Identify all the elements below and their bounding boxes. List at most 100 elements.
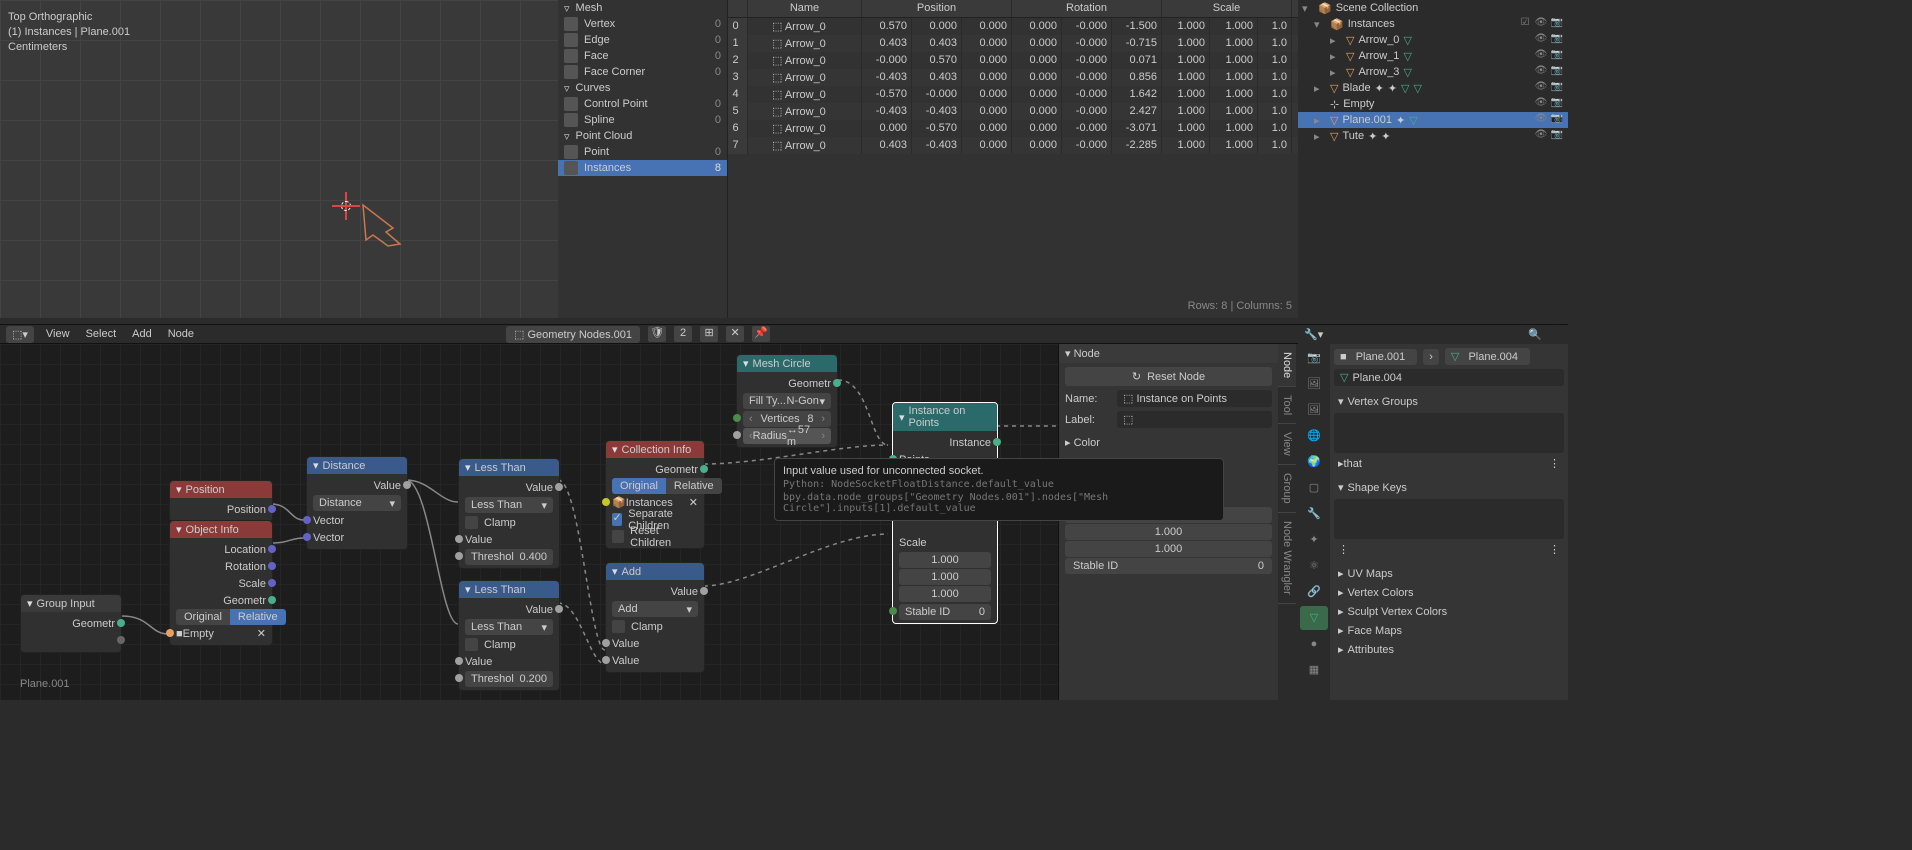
table-row[interactable]: 1⬚ Arrow_00.4030.4030.0000.000-0.000-0.7… (728, 35, 1298, 52)
mesh-name-input[interactable]: ▽Plane.004 (1334, 369, 1564, 386)
tab-physics[interactable]: ⚛ (1300, 554, 1328, 578)
pin-button[interactable]: 📌 (752, 326, 770, 342)
vg-specials[interactable]: ▸that (1338, 457, 1362, 470)
tab-tool[interactable]: Tool (1278, 387, 1296, 424)
fill-type[interactable]: Fill Ty...N-Gon▾ (743, 393, 831, 409)
reset-node-button[interactable]: ↻Reset Node (1065, 367, 1272, 386)
table-row[interactable]: 2⬚ Arrow_0-0.0000.5700.0000.000-0.0000.0… (728, 52, 1298, 69)
table-row[interactable]: 4⬚ Arrow_0-0.570-0.0000.0000.000-0.0001.… (728, 86, 1298, 103)
domain-face-corner[interactable]: Face Corner0 (558, 64, 727, 80)
fake-user-button[interactable]: 🛡 (648, 326, 666, 342)
section-sculpt-vertex-colors[interactable]: ▸Sculpt Vertex Colors (1334, 602, 1564, 621)
menu-add[interactable]: Add (128, 328, 156, 340)
domain-instances[interactable]: Instances8 (558, 160, 727, 176)
tab-view[interactable]: View (1278, 424, 1296, 465)
section-shape-keys[interactable]: ▾Shape Keys (1334, 478, 1564, 497)
reset-children[interactable]: Reset Children (612, 528, 698, 545)
node-distance[interactable]: ▾Distance Value Distance▾ Vector Vector (306, 456, 408, 550)
less1-clamp[interactable]: Clamp (465, 514, 553, 531)
outliner-arrow-1[interactable]: ▸▽Arrow_1▽👁📷 (1298, 48, 1568, 64)
less2-mode[interactable]: Less Than▾ (465, 619, 553, 635)
vg-options[interactable]: ⋮ (1549, 457, 1560, 470)
node-position[interactable]: ▾Position Position (169, 480, 273, 522)
tab-object[interactable]: ▢ (1300, 476, 1328, 500)
sidebar-scale-y[interactable]: 1.000 (1065, 524, 1272, 540)
node-mesh-circle[interactable]: ▾Mesh Circle Geometr Fill Ty...N-Gon▾ Ve… (736, 354, 838, 448)
coll-transform-toggle[interactable]: OriginalRelative (612, 478, 698, 494)
col-rotation[interactable]: Rotation (1012, 0, 1162, 17)
outliner-collection-instances[interactable]: ▾📦Instances☑👁📷 (1298, 16, 1568, 32)
nodegroup-name[interactable]: ⬚ Geometry Nodes.001 (506, 326, 640, 343)
section-uv-maps[interactable]: ▸UV Maps (1334, 564, 1564, 583)
bread-mesh[interactable]: ▽ Plane.004 (1445, 348, 1530, 365)
col-name[interactable]: Name (748, 0, 862, 17)
vertex-groups-list[interactable] (1334, 413, 1564, 453)
radius-input[interactable]: Radius↔57 m (743, 428, 831, 444)
outliner-arrow-3[interactable]: ▸▽Arrow_3▽👁📷 (1298, 64, 1568, 80)
object-input[interactable]: ■ Empty✕ (176, 625, 266, 642)
shape-keys-list[interactable] (1334, 499, 1564, 539)
domain-spline[interactable]: Spline0 (558, 112, 727, 128)
tab-render[interactable]: 📷 (1300, 346, 1328, 370)
3d-viewport[interactable]: Top Orthographic (1) Instances | Plane.0… (0, 0, 558, 318)
outliner-tute[interactable]: ▸▽Tute✦✦👁📷 (1298, 128, 1568, 144)
props-editor-dropdown[interactable]: 🔧▾ (1304, 328, 1323, 341)
outliner-scene[interactable]: ▾📦Scene Collection (1298, 0, 1568, 16)
outliner-arrow-0[interactable]: ▸▽Arrow_0▽👁📷 (1298, 32, 1568, 48)
section-face-maps[interactable]: ▸Face Maps (1334, 621, 1564, 640)
node-object-info[interactable]: ▾Object Info Location Rotation Scale Geo… (169, 520, 273, 646)
sidebar-section-node[interactable]: ▾ Node (1059, 344, 1278, 363)
menu-node[interactable]: Node (164, 328, 198, 340)
tab-data-mesh[interactable]: ▽ (1300, 606, 1328, 630)
tab-material[interactable]: ● (1300, 632, 1328, 656)
section-attributes[interactable]: ▸Attributes (1334, 640, 1564, 659)
tab-modifiers[interactable]: 🔧 (1300, 502, 1328, 526)
node-group-input[interactable]: ▾Group Input Geometr (20, 594, 122, 653)
table-row[interactable]: 7⬚ Arrow_00.403-0.4030.0000.000-0.000-2.… (728, 137, 1298, 154)
domain-control-point[interactable]: Control Point0 (558, 96, 727, 112)
table-row[interactable]: 5⬚ Arrow_0-0.403-0.4030.0000.000-0.0002.… (728, 103, 1298, 120)
col-position[interactable]: Position (862, 0, 1012, 17)
sidebar-color-section[interactable]: ▸ Color (1065, 436, 1272, 449)
domain-face[interactable]: Face0 (558, 48, 727, 64)
outliner-empty[interactable]: ⊹Empty👁📷 (1298, 96, 1568, 112)
tab-node-wrangler[interactable]: Node Wrangler (1278, 513, 1296, 604)
section-vertex-groups[interactable]: ▾Vertex Groups (1334, 392, 1564, 411)
table-row[interactable]: 6⬚ Arrow_00.000-0.5700.0000.000-0.000-3.… (728, 120, 1298, 137)
tab-texture[interactable]: ▦ (1300, 658, 1328, 682)
col-scale[interactable]: Scale (1162, 0, 1292, 17)
menu-view[interactable]: View (42, 328, 74, 340)
scale-x[interactable]: 1.000 (899, 552, 991, 568)
sk-options[interactable]: ⋮ (1549, 543, 1560, 556)
tab-particles[interactable]: ✦ (1300, 528, 1328, 552)
scale-y[interactable]: 1.000 (899, 569, 991, 585)
node-name-input[interactable]: ⬚ Instance on Points (1117, 390, 1272, 407)
node-editor[interactable]: ▾Group Input Geometr ▾Position Position … (0, 344, 1058, 700)
sidebar-scale-z[interactable]: 1.000 (1065, 541, 1272, 557)
table-row[interactable]: 3⬚ Arrow_0-0.4030.4030.0000.000-0.0000.8… (728, 69, 1298, 86)
tab-world[interactable]: 🌍 (1300, 450, 1328, 474)
add-clamp[interactable]: Clamp (612, 618, 698, 635)
tab-group[interactable]: Group (1278, 465, 1296, 513)
unlink-button[interactable]: ✕ (726, 326, 744, 342)
tab-constraints[interactable]: 🔗 (1300, 580, 1328, 604)
add-mode[interactable]: Add▾ (612, 601, 698, 617)
object-info-transform-toggle[interactable]: OriginalRelative (176, 609, 266, 625)
menu-select[interactable]: Select (82, 328, 121, 340)
props-search[interactable]: 🔍 (1522, 326, 1562, 343)
domain-point[interactable]: Point0 (558, 144, 727, 160)
node-add[interactable]: ▾Add Value Add▾ Clamp Value Value (605, 562, 705, 673)
table-row[interactable]: 0⬚ Arrow_00.5700.0000.0000.000-0.000-1.5… (728, 18, 1298, 35)
tab-viewlayer[interactable]: 🖼 (1300, 398, 1328, 422)
domain-vertex[interactable]: Vertex0 (558, 16, 727, 32)
node-collection-info[interactable]: ▾Collection Info Geometr OriginalRelativ… (605, 440, 705, 549)
less2-clamp[interactable]: Clamp (465, 636, 553, 653)
outliner-blade[interactable]: ▸▽Blade✦✦▽▽👁📷 (1298, 80, 1568, 96)
scale-z[interactable]: 1.000 (899, 586, 991, 602)
editor-type-dropdown[interactable]: ⬚▾ (6, 326, 34, 343)
node-less-than-2[interactable]: ▾Less Than Value Less Than▾ Clamp Value … (458, 580, 560, 691)
outliner-plane-001[interactable]: ▸▽Plane.001✦▽👁📷 (1298, 112, 1568, 128)
new-button[interactable]: ⊞ (700, 326, 718, 342)
tab-output[interactable]: 🖼 (1300, 372, 1328, 396)
distance-mode[interactable]: Distance▾ (313, 495, 401, 511)
